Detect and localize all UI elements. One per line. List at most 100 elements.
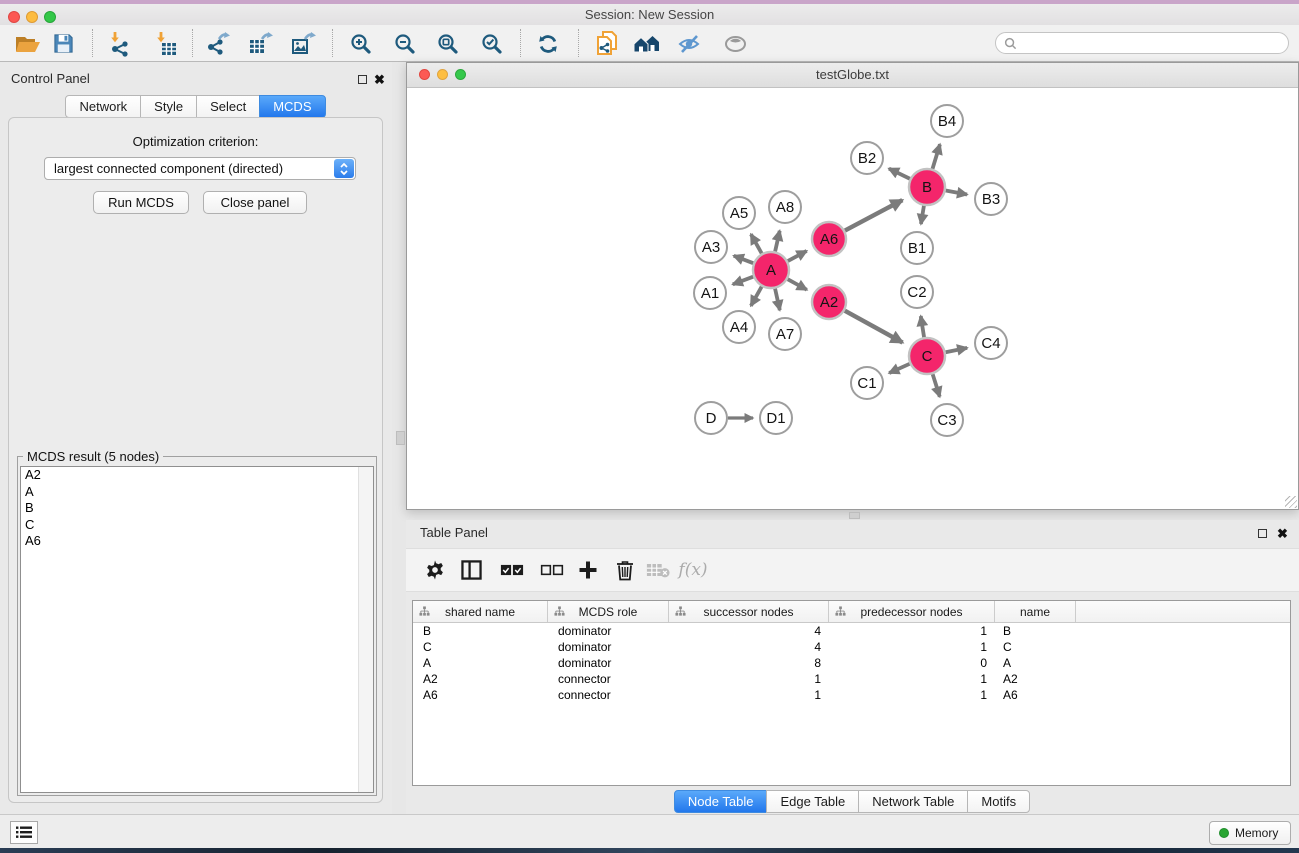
network-window-title: testGlobe.txt (407, 67, 1298, 82)
selected-option: largest connected component (directed) (54, 161, 283, 176)
table-settings-button[interactable] (417, 553, 453, 587)
table-tab-network-table[interactable]: Network Table (858, 790, 968, 813)
show-column-panel-button[interactable] (453, 553, 489, 587)
export-image-button[interactable] (287, 28, 321, 59)
edge-B-B3[interactable] (946, 191, 967, 195)
table-cell: A6 (413, 688, 548, 702)
column-header-name[interactable]: name (995, 601, 1076, 622)
home-view-button[interactable] (630, 28, 664, 59)
edge-A-A1[interactable] (733, 277, 753, 285)
unselect-all-button[interactable] (534, 553, 570, 587)
table-cell: dominator (548, 656, 669, 670)
table-cell: B (413, 624, 548, 638)
edge-C-C2[interactable] (921, 316, 924, 337)
control-tab-mcds[interactable]: MCDS (259, 95, 325, 118)
mcds-result-item[interactable]: A2 (21, 467, 373, 484)
zoom-in-button[interactable] (344, 28, 378, 59)
refresh-view-button[interactable] (531, 28, 565, 59)
eye-icon (723, 32, 749, 56)
search-input[interactable] (1017, 35, 1288, 51)
edge-A-A4[interactable] (751, 287, 762, 306)
mcds-result-item[interactable]: A (21, 484, 373, 501)
table-toolbar: f(x) (406, 548, 1299, 592)
zoom-selected-button[interactable] (475, 28, 509, 59)
edge-C-C3[interactable] (933, 374, 940, 397)
column-header-shared-name[interactable]: shared name (413, 601, 548, 622)
memory-button[interactable]: Memory (1209, 821, 1291, 845)
search-field[interactable] (995, 32, 1289, 54)
create-column-button[interactable] (570, 553, 606, 587)
export-network-icon (205, 31, 231, 57)
task-history-button[interactable] (10, 821, 38, 844)
export-network-button[interactable] (201, 28, 235, 59)
edge-B-B2[interactable] (889, 169, 910, 179)
zoom-selected-icon (480, 32, 504, 56)
float-table-panel-icon[interactable] (1258, 529, 1267, 538)
control-tab-style[interactable]: Style (140, 95, 197, 118)
open-session-button[interactable] (11, 28, 45, 59)
horizontal-split-handle[interactable] (849, 512, 860, 519)
column-header-successor-nodes[interactable]: successor nodes (669, 601, 829, 622)
network-graph-canvas[interactable]: AA1A2A3A4A5A6A7A8BB1B2B3B4CC1C2C3C4DD1 (407, 87, 1298, 509)
table-row[interactable]: Cdominator41C (413, 639, 1290, 655)
zoom-fit-button[interactable] (431, 28, 465, 59)
edge-A-A5[interactable] (751, 234, 762, 253)
control-tab-network[interactable]: Network (65, 95, 141, 118)
import-table-button[interactable] (149, 28, 183, 59)
table-tab-motifs[interactable]: Motifs (967, 790, 1030, 813)
import-network-button[interactable] (103, 28, 137, 59)
network-window-titlebar: testGlobe.txt (407, 63, 1298, 88)
edge-A-A6[interactable] (788, 251, 807, 261)
window-resize-grip[interactable] (1285, 496, 1297, 508)
zoom-out-button[interactable] (388, 28, 422, 59)
edge-C-C1[interactable] (889, 364, 909, 373)
mcds-result-item[interactable]: B (21, 500, 373, 517)
mcds-tab-content: Optimization criterion: largest connecte… (8, 117, 383, 803)
close-panel-button[interactable]: Close panel (203, 191, 307, 214)
mcds-result-item[interactable]: C (21, 517, 373, 534)
column-panel-icon (461, 560, 482, 580)
run-mcds-button[interactable]: Run MCDS (93, 191, 189, 214)
close-panel-icon[interactable]: ✖ (374, 74, 385, 85)
show-graphics-details-button[interactable] (719, 28, 753, 59)
edge-A-A2[interactable] (788, 279, 807, 290)
table-row[interactable]: Bdominator41B (413, 623, 1290, 639)
table-row[interactable]: A2connector11A2 (413, 671, 1290, 687)
export-table-button[interactable] (244, 28, 278, 59)
edge-A-A3[interactable] (734, 256, 754, 263)
mcds-result-item[interactable]: A6 (21, 533, 373, 550)
duplicate-network-view-button[interactable] (590, 28, 624, 59)
delete-column-button[interactable] (607, 553, 643, 587)
edge-C-C4[interactable] (946, 348, 968, 352)
scrollbar-track[interactable] (358, 467, 373, 792)
save-session-button[interactable] (46, 28, 80, 59)
edge-A6-B[interactable] (845, 200, 902, 230)
table-tab-node-table[interactable]: Node Table (674, 790, 768, 813)
mcds-result-list[interactable]: A2ABCA6 (20, 466, 374, 793)
table-row[interactable]: Adominator80A (413, 655, 1290, 671)
optimization-criterion-select[interactable]: largest connected component (directed) (44, 157, 356, 180)
table-panel-tabs: Node TableEdge TableNetwork TableMotifs (406, 790, 1299, 813)
control-tab-select[interactable]: Select (196, 95, 260, 118)
edge-B-B4[interactable] (933, 144, 940, 169)
vertical-split-handle[interactable] (396, 431, 405, 445)
edge-A-A7[interactable] (775, 289, 780, 311)
column-header-MCDS-role[interactable]: MCDS role (548, 601, 669, 622)
float-panel-icon[interactable] (358, 75, 367, 84)
export-table-icon (248, 31, 274, 57)
close-table-panel-icon[interactable]: ✖ (1277, 528, 1288, 539)
node-label-B4: B4 (938, 113, 956, 130)
edge-A2-C[interactable] (845, 311, 903, 343)
table-tab-edge-table[interactable]: Edge Table (766, 790, 859, 813)
table-cell: A2 (995, 672, 1076, 686)
column-header-predecessor-nodes[interactable]: predecessor nodes (829, 601, 995, 622)
attribute-type-icon (419, 606, 430, 617)
select-all-button[interactable] (494, 553, 530, 587)
node-table[interactable]: shared nameMCDS rolesuccessor nodesprede… (412, 600, 1291, 786)
table-row[interactable]: A6connector11A6 (413, 687, 1290, 703)
edge-B-B1[interactable] (921, 206, 924, 224)
edge-A-A8[interactable] (775, 231, 780, 252)
node-label-C3: C3 (937, 412, 956, 429)
table-cell: A (995, 656, 1076, 670)
hide-graphics-details-button[interactable] (673, 28, 707, 59)
